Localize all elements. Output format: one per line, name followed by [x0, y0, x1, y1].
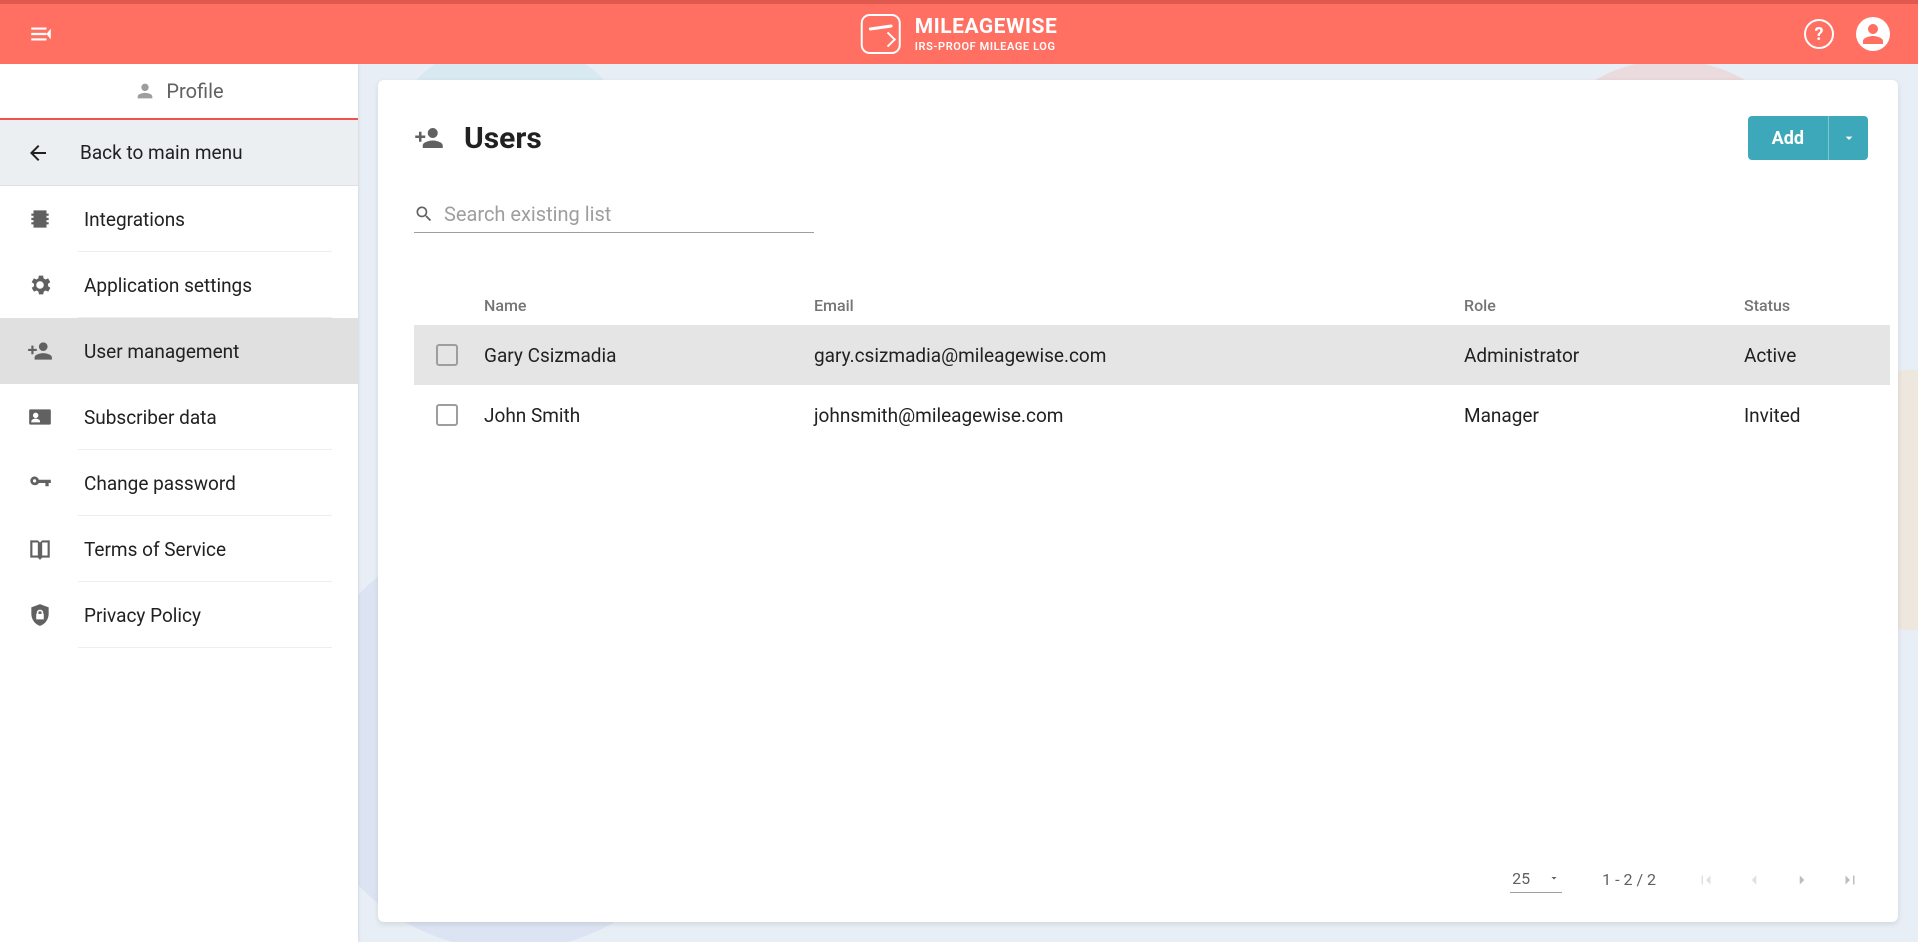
sidebar-item-user-management[interactable]: User management: [0, 318, 358, 384]
row-checkbox[interactable]: [436, 344, 458, 366]
menu-collapse-icon[interactable]: [28, 21, 54, 47]
chip-icon: [26, 205, 54, 233]
back-to-main-menu[interactable]: Back to main menu: [0, 120, 358, 186]
cell-role: Manager: [1464, 404, 1744, 427]
sidebar-item-integrations[interactable]: Integrations: [0, 186, 358, 252]
sidebar-item-label: Terms of Service: [84, 538, 226, 561]
sidebar-item-label: Subscriber data: [84, 406, 217, 429]
sidebar-item-label: Privacy Policy: [84, 604, 201, 627]
last-page-button[interactable]: [1840, 870, 1860, 890]
cell-email: johnsmith@mileagewise.com: [814, 404, 1464, 427]
brand-subtitle: IRS-PROOF MILEAGE LOG: [915, 41, 1058, 52]
top-bar: MILEAGEWISE IRS-PROOF MILEAGE LOG ?: [0, 0, 1918, 64]
sidebar: Profile Back to main menu Integrations A…: [0, 64, 358, 942]
sidebar-item-change-password[interactable]: Change password: [0, 450, 358, 516]
add-button-group: Add: [1748, 116, 1868, 160]
sidebar-item-label: User management: [84, 340, 239, 363]
users-table: Name Email Role Status Gary Csizmadia ga…: [414, 285, 1890, 844]
sidebar-header: Profile: [0, 64, 358, 120]
sidebar-item-privacy-policy[interactable]: Privacy Policy: [0, 582, 358, 648]
search-input[interactable]: [444, 202, 814, 226]
search-icon: [414, 204, 434, 224]
person-add-icon: [26, 337, 54, 365]
id-card-icon: [26, 403, 54, 431]
brand-logo-block: MILEAGEWISE IRS-PROOF MILEAGE LOG: [861, 14, 1058, 54]
col-role: Role: [1464, 296, 1744, 315]
sidebar-item-subscriber-data[interactable]: Subscriber data: [0, 384, 358, 450]
cell-name: John Smith: [484, 404, 814, 427]
row-checkbox[interactable]: [436, 404, 458, 426]
account-avatar-icon[interactable]: [1856, 17, 1890, 51]
col-status: Status: [1744, 296, 1890, 315]
search-field-wrap: [414, 200, 814, 233]
page-header: Users Add: [414, 116, 1890, 160]
first-page-button[interactable]: [1696, 870, 1716, 890]
cell-status: Invited: [1744, 404, 1890, 427]
book-icon: [26, 535, 54, 563]
help-icon[interactable]: ?: [1804, 19, 1834, 49]
dropdown-caret-icon: [1548, 872, 1560, 884]
sidebar-item-label: Application settings: [84, 274, 252, 297]
cell-status: Active: [1744, 344, 1890, 367]
col-email: Email: [814, 296, 1464, 315]
cell-name: Gary Csizmadia: [484, 344, 814, 367]
key-icon: [26, 469, 54, 497]
back-label: Back to main menu: [80, 141, 243, 164]
page-title: Users: [464, 121, 542, 156]
pagination-bar: 25 1 - 2 / 2: [414, 844, 1890, 914]
page-size-select[interactable]: 25: [1510, 867, 1562, 893]
shield-icon: [26, 601, 54, 629]
cell-email: gary.csizmadia@mileagewise.com: [814, 344, 1464, 367]
arrow-back-icon: [26, 141, 50, 165]
table-row[interactable]: Gary Csizmadia gary.csizmadia@mileagewis…: [414, 325, 1890, 385]
brand-title: MILEAGEWISE: [915, 17, 1058, 38]
main-panel: Users Add Name Email Role Status Gary Cs…: [378, 80, 1898, 922]
add-dropdown-button[interactable]: [1828, 116, 1868, 160]
sidebar-item-terms-of-service[interactable]: Terms of Service: [0, 516, 358, 582]
person-add-icon: [414, 123, 444, 153]
brand-logo-icon: [861, 14, 901, 54]
gear-icon: [26, 271, 54, 299]
next-page-button[interactable]: [1792, 870, 1812, 890]
sidebar-item-label: Change password: [84, 472, 236, 495]
pager-nav: [1696, 870, 1860, 890]
person-icon: [134, 80, 156, 102]
chevron-down-icon: [1841, 130, 1857, 146]
sidebar-menu: Integrations Application settings User m…: [0, 186, 358, 648]
sidebar-item-application-settings[interactable]: Application settings: [0, 252, 358, 318]
table-row[interactable]: John Smith johnsmith@mileagewise.com Man…: [414, 385, 1890, 445]
prev-page-button[interactable]: [1744, 870, 1764, 890]
sidebar-item-label: Integrations: [84, 208, 185, 231]
add-button[interactable]: Add: [1748, 116, 1828, 160]
cell-role: Administrator: [1464, 344, 1744, 367]
table-header-row: Name Email Role Status: [414, 285, 1890, 325]
sidebar-header-label: Profile: [166, 79, 223, 103]
page-size-value: 25: [1512, 869, 1530, 888]
col-name: Name: [484, 296, 814, 315]
page-range: 1 - 2 / 2: [1602, 870, 1656, 889]
